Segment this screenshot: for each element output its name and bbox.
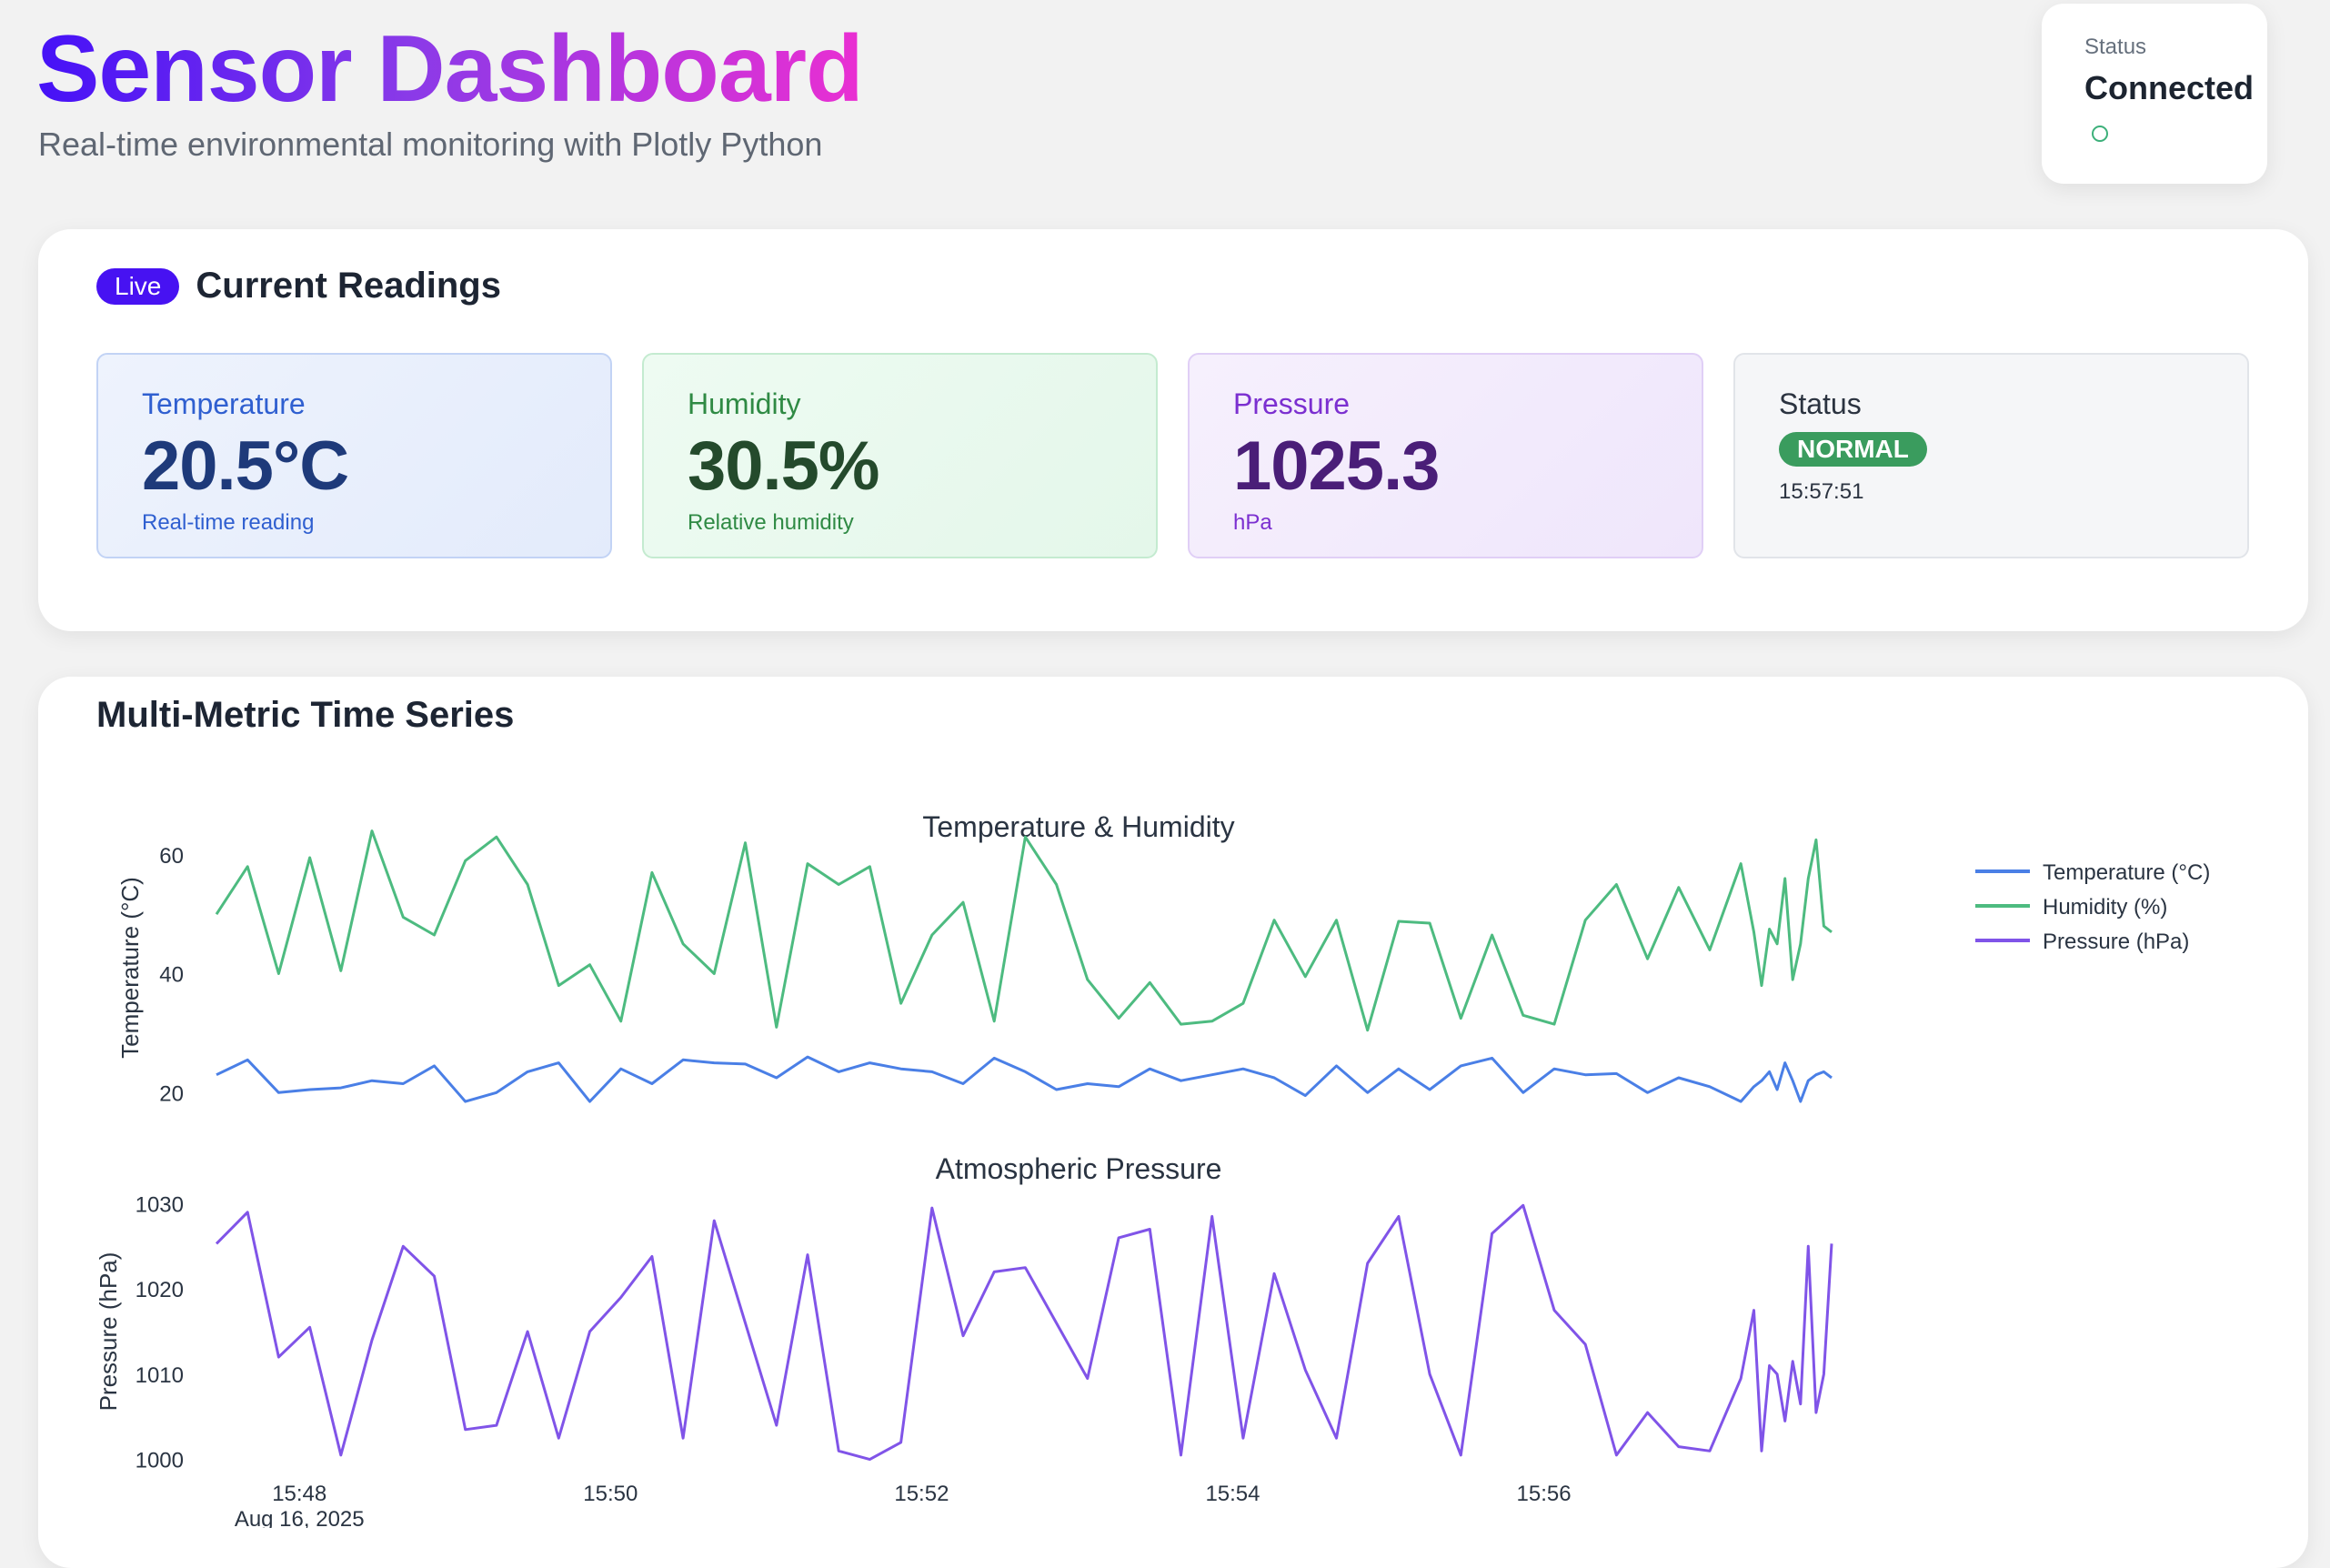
status-timestamp: 15:57:51 <box>1779 479 1864 504</box>
live-badge: Live <box>96 267 180 305</box>
page-subtitle: Real-time environmental monitoring with … <box>38 126 823 163</box>
time-series-panel: Multi-Metric Time Series Temperature & H… <box>38 677 2308 1568</box>
readings-cards: Temperature 20.5°C Real-time reading Hum… <box>96 353 2249 558</box>
subplot-title-1: Atmospheric Pressure <box>936 1152 1222 1185</box>
humidity-value: 30.5% <box>688 427 880 505</box>
pressure-card: Pressure 1025.3 hPa <box>1188 353 1703 558</box>
y-axis-label-1: Pressure (hPa) <box>95 1252 122 1412</box>
temperature-value: 20.5°C <box>142 427 349 505</box>
legend-label-1: Humidity (%) <box>2043 895 2167 920</box>
page-title: Sensor Dashboard <box>36 13 864 126</box>
y-tick-label-1-1: 1010 <box>136 1363 184 1388</box>
status-dot-icon <box>2092 126 2108 142</box>
readings-title: Current Readings <box>196 266 501 306</box>
y-tick-label-0-2: 60 <box>159 844 184 869</box>
humidity-caption: Relative humidity <box>688 510 854 535</box>
x-tick-label-0: 15:48 <box>272 1482 326 1506</box>
series-line-humidity-0 <box>215 829 1833 1032</box>
y-tick-label-0-0: 20 <box>159 1081 184 1106</box>
x-tick-label-1: 15:50 <box>583 1482 638 1506</box>
series-line-pressure-1 <box>215 1203 1833 1462</box>
connection-status-label: Status <box>2084 35 2147 59</box>
x-tick-label-4: 15:56 <box>1517 1482 1572 1506</box>
connection-status-value: Connected <box>2084 69 2255 106</box>
subplot-title-0: Temperature & Humidity <box>922 810 1234 843</box>
x-tick-label-3: 15:54 <box>1205 1482 1260 1506</box>
y-tick-label-1-0: 1000 <box>136 1449 184 1473</box>
pressure-caption: hPa <box>1233 510 1272 535</box>
status-badge: NORMAL <box>1779 432 1927 467</box>
readings-header: Live Current Readings <box>96 266 501 307</box>
status-card: Status NORMAL 15:57:51 <box>1733 353 2249 558</box>
x-date-label: Aug 16, 2025 <box>235 1507 365 1528</box>
temperature-label: Temperature <box>142 387 306 420</box>
humidity-card: Humidity 30.5% Relative humidity <box>642 353 1158 558</box>
temperature-card: Temperature 20.5°C Real-time reading <box>96 353 612 558</box>
pressure-value: 1025.3 <box>1233 427 1440 505</box>
time-series-chart[interactable]: Temperature & Humidity Temperature (°C) 20… <box>38 677 2308 1528</box>
x-tick-label-2: 15:52 <box>894 1482 949 1506</box>
temperature-caption: Real-time reading <box>142 510 315 535</box>
legend-label-2: Pressure (hPa) <box>2043 930 2189 954</box>
series-line-temperature-0 <box>216 1055 1833 1103</box>
legend-label-0: Temperature (°C) <box>2043 860 2210 885</box>
connection-status-card: Status Connected <box>2042 4 2267 184</box>
y-tick-label-1-2: 1020 <box>136 1278 184 1302</box>
y-axis-label-0: Temperature (°C) <box>116 877 144 1059</box>
humidity-label: Humidity <box>688 387 801 420</box>
pressure-label: Pressure <box>1233 387 1351 420</box>
status-label: Status <box>1779 387 1862 420</box>
y-tick-label-1-3: 1030 <box>136 1192 184 1217</box>
y-tick-label-0-1: 40 <box>159 963 184 988</box>
current-readings-panel: Live Current Readings Temperature 20.5°C… <box>38 229 2308 631</box>
